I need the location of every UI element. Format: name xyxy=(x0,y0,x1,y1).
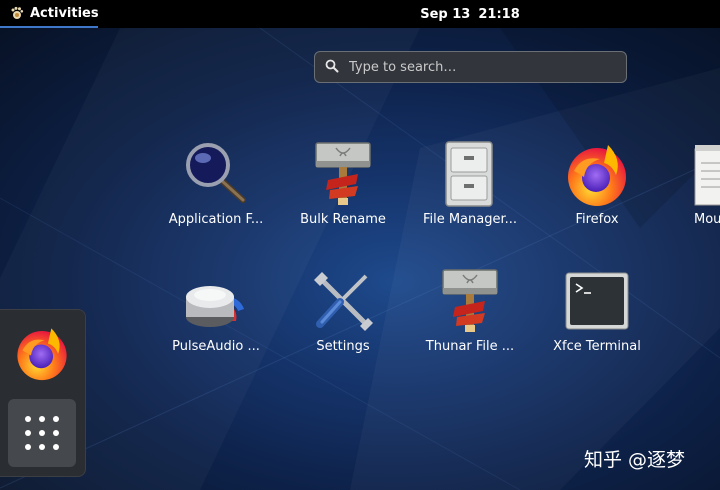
app-mousepad[interactable]: Mou xyxy=(659,140,720,227)
app-grid-icon xyxy=(25,416,59,450)
terminal-icon xyxy=(532,267,662,335)
settings-tools-icon xyxy=(278,267,408,335)
bulk-rename-icon xyxy=(278,140,408,208)
pulseaudio-icon xyxy=(151,267,281,335)
app-application-finder[interactable]: Application F... xyxy=(151,140,281,227)
clock-date: Sep 13 xyxy=(420,6,471,22)
show-applications-button[interactable] xyxy=(8,399,76,467)
gnome-foot-icon xyxy=(10,6,24,20)
app-xfce-terminal[interactable]: Xfce Terminal xyxy=(532,267,662,354)
thunar-icon xyxy=(405,267,535,335)
app-bulk-rename[interactable]: Bulk Rename xyxy=(278,140,408,227)
dash xyxy=(0,309,86,477)
app-label: Thunar File ... xyxy=(425,339,515,354)
firefox-icon xyxy=(532,140,662,208)
dash-firefox-icon[interactable] xyxy=(14,325,70,385)
top-bar: Activities Sep 13 21:18 xyxy=(0,0,720,28)
desktop-background xyxy=(0,28,720,490)
search-box[interactable] xyxy=(314,51,627,83)
watermark: 知乎 @逐梦 xyxy=(584,449,686,471)
app-file-manager[interactable]: File Manager... xyxy=(405,140,535,227)
app-pulseaudio[interactable]: PulseAudio ... xyxy=(151,267,281,354)
app-label: Firefox xyxy=(575,212,619,227)
app-thunar[interactable]: Thunar File ... xyxy=(405,267,535,354)
app-label: Mou xyxy=(694,212,720,227)
app-label: Bulk Rename xyxy=(300,212,386,227)
search-icon xyxy=(325,58,339,77)
app-label: Application F... xyxy=(168,212,264,227)
clock-time: 21:18 xyxy=(478,6,520,22)
background-pattern xyxy=(0,28,720,490)
activities-label: Activities xyxy=(30,5,99,21)
activities-button[interactable]: Activities xyxy=(0,0,99,28)
app-label: Settings xyxy=(316,339,370,354)
app-label: File Manager... xyxy=(422,212,518,227)
magnifier-icon xyxy=(151,140,281,208)
app-label: Xfce Terminal xyxy=(553,339,641,354)
app-label: PulseAudio ... xyxy=(172,339,260,354)
file-cabinet-icon xyxy=(405,140,535,208)
app-firefox[interactable]: Firefox xyxy=(532,140,662,227)
app-settings[interactable]: Settings xyxy=(278,267,408,354)
notepad-icon xyxy=(659,140,720,208)
clock[interactable]: Sep 13 21:18 xyxy=(400,0,540,28)
search-input[interactable] xyxy=(347,58,601,76)
